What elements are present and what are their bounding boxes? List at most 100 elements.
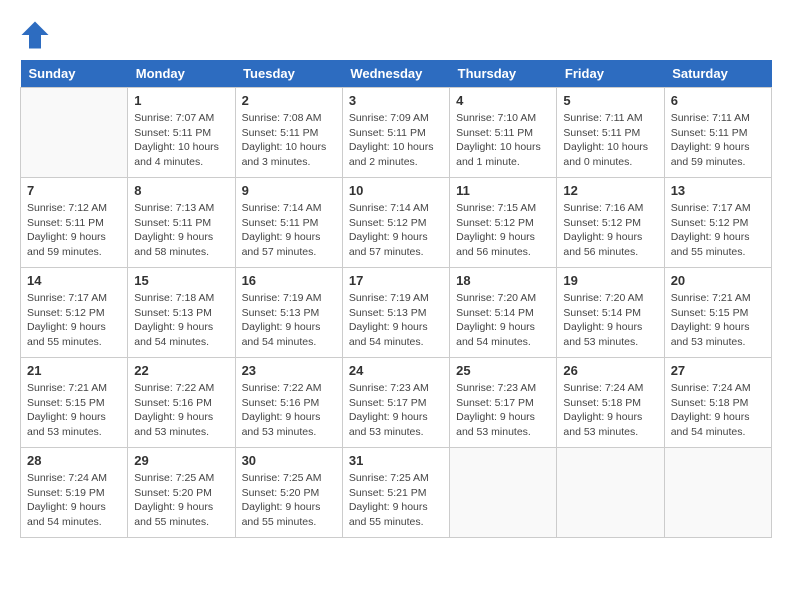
day-info: Sunrise: 7:25 AMSunset: 5:20 PMDaylight:… bbox=[242, 471, 336, 530]
calendar-cell: 24 Sunrise: 7:23 AMSunset: 5:17 PMDaylig… bbox=[342, 358, 449, 448]
day-number: 4 bbox=[456, 93, 550, 108]
day-number: 17 bbox=[349, 273, 443, 288]
day-info: Sunrise: 7:23 AMSunset: 5:17 PMDaylight:… bbox=[349, 381, 443, 440]
day-info: Sunrise: 7:20 AMSunset: 5:14 PMDaylight:… bbox=[563, 291, 657, 350]
day-number: 15 bbox=[134, 273, 228, 288]
calendar-cell: 4 Sunrise: 7:10 AMSunset: 5:11 PMDayligh… bbox=[450, 88, 557, 178]
day-number: 28 bbox=[27, 453, 121, 468]
calendar-cell bbox=[450, 448, 557, 538]
day-number: 16 bbox=[242, 273, 336, 288]
day-info: Sunrise: 7:20 AMSunset: 5:14 PMDaylight:… bbox=[456, 291, 550, 350]
day-number: 27 bbox=[671, 363, 765, 378]
calendar-week-3: 14 Sunrise: 7:17 AMSunset: 5:12 PMDaylig… bbox=[21, 268, 772, 358]
day-number: 7 bbox=[27, 183, 121, 198]
day-number: 14 bbox=[27, 273, 121, 288]
calendar-cell: 29 Sunrise: 7:25 AMSunset: 5:20 PMDaylig… bbox=[128, 448, 235, 538]
calendar-cell: 3 Sunrise: 7:09 AMSunset: 5:11 PMDayligh… bbox=[342, 88, 449, 178]
day-header-sunday: Sunday bbox=[21, 60, 128, 88]
day-info: Sunrise: 7:17 AMSunset: 5:12 PMDaylight:… bbox=[27, 291, 121, 350]
day-number: 24 bbox=[349, 363, 443, 378]
day-number: 10 bbox=[349, 183, 443, 198]
calendar-cell bbox=[557, 448, 664, 538]
day-number: 8 bbox=[134, 183, 228, 198]
calendar-cell: 31 Sunrise: 7:25 AMSunset: 5:21 PMDaylig… bbox=[342, 448, 449, 538]
day-info: Sunrise: 7:25 AMSunset: 5:21 PMDaylight:… bbox=[349, 471, 443, 530]
day-number: 5 bbox=[563, 93, 657, 108]
day-number: 25 bbox=[456, 363, 550, 378]
day-info: Sunrise: 7:15 AMSunset: 5:12 PMDaylight:… bbox=[456, 201, 550, 260]
calendar-cell: 18 Sunrise: 7:20 AMSunset: 5:14 PMDaylig… bbox=[450, 268, 557, 358]
calendar-cell: 22 Sunrise: 7:22 AMSunset: 5:16 PMDaylig… bbox=[128, 358, 235, 448]
day-number: 20 bbox=[671, 273, 765, 288]
day-info: Sunrise: 7:14 AMSunset: 5:12 PMDaylight:… bbox=[349, 201, 443, 260]
calendar-cell: 1 Sunrise: 7:07 AMSunset: 5:11 PMDayligh… bbox=[128, 88, 235, 178]
logo-icon bbox=[20, 20, 50, 50]
day-number: 12 bbox=[563, 183, 657, 198]
day-info: Sunrise: 7:19 AMSunset: 5:13 PMDaylight:… bbox=[349, 291, 443, 350]
day-info: Sunrise: 7:25 AMSunset: 5:20 PMDaylight:… bbox=[134, 471, 228, 530]
calendar-cell: 6 Sunrise: 7:11 AMSunset: 5:11 PMDayligh… bbox=[664, 88, 771, 178]
calendar-cell: 12 Sunrise: 7:16 AMSunset: 5:12 PMDaylig… bbox=[557, 178, 664, 268]
calendar-cell: 27 Sunrise: 7:24 AMSunset: 5:18 PMDaylig… bbox=[664, 358, 771, 448]
calendar-cell: 20 Sunrise: 7:21 AMSunset: 5:15 PMDaylig… bbox=[664, 268, 771, 358]
calendar-week-2: 7 Sunrise: 7:12 AMSunset: 5:11 PMDayligh… bbox=[21, 178, 772, 268]
calendar-week-1: 1 Sunrise: 7:07 AMSunset: 5:11 PMDayligh… bbox=[21, 88, 772, 178]
calendar-body: 1 Sunrise: 7:07 AMSunset: 5:11 PMDayligh… bbox=[21, 88, 772, 538]
calendar-cell: 30 Sunrise: 7:25 AMSunset: 5:20 PMDaylig… bbox=[235, 448, 342, 538]
calendar-cell: 7 Sunrise: 7:12 AMSunset: 5:11 PMDayligh… bbox=[21, 178, 128, 268]
day-info: Sunrise: 7:24 AMSunset: 5:18 PMDaylight:… bbox=[671, 381, 765, 440]
day-header-thursday: Thursday bbox=[450, 60, 557, 88]
day-info: Sunrise: 7:07 AMSunset: 5:11 PMDaylight:… bbox=[134, 111, 228, 170]
day-number: 9 bbox=[242, 183, 336, 198]
calendar-cell: 21 Sunrise: 7:21 AMSunset: 5:15 PMDaylig… bbox=[21, 358, 128, 448]
calendar-cell: 9 Sunrise: 7:14 AMSunset: 5:11 PMDayligh… bbox=[235, 178, 342, 268]
calendar-cell: 10 Sunrise: 7:14 AMSunset: 5:12 PMDaylig… bbox=[342, 178, 449, 268]
calendar-week-5: 28 Sunrise: 7:24 AMSunset: 5:19 PMDaylig… bbox=[21, 448, 772, 538]
day-number: 11 bbox=[456, 183, 550, 198]
calendar-cell bbox=[21, 88, 128, 178]
day-header-wednesday: Wednesday bbox=[342, 60, 449, 88]
logo bbox=[20, 20, 54, 50]
day-number: 3 bbox=[349, 93, 443, 108]
day-info: Sunrise: 7:09 AMSunset: 5:11 PMDaylight:… bbox=[349, 111, 443, 170]
day-info: Sunrise: 7:11 AMSunset: 5:11 PMDaylight:… bbox=[563, 111, 657, 170]
day-info: Sunrise: 7:21 AMSunset: 5:15 PMDaylight:… bbox=[671, 291, 765, 350]
day-info: Sunrise: 7:14 AMSunset: 5:11 PMDaylight:… bbox=[242, 201, 336, 260]
calendar-cell: 25 Sunrise: 7:23 AMSunset: 5:17 PMDaylig… bbox=[450, 358, 557, 448]
day-number: 2 bbox=[242, 93, 336, 108]
day-info: Sunrise: 7:24 AMSunset: 5:18 PMDaylight:… bbox=[563, 381, 657, 440]
day-number: 13 bbox=[671, 183, 765, 198]
day-info: Sunrise: 7:21 AMSunset: 5:15 PMDaylight:… bbox=[27, 381, 121, 440]
day-number: 21 bbox=[27, 363, 121, 378]
calendar-cell: 13 Sunrise: 7:17 AMSunset: 5:12 PMDaylig… bbox=[664, 178, 771, 268]
calendar-cell: 2 Sunrise: 7:08 AMSunset: 5:11 PMDayligh… bbox=[235, 88, 342, 178]
calendar-table: SundayMondayTuesdayWednesdayThursdayFrid… bbox=[20, 60, 772, 538]
calendar-cell: 28 Sunrise: 7:24 AMSunset: 5:19 PMDaylig… bbox=[21, 448, 128, 538]
day-info: Sunrise: 7:18 AMSunset: 5:13 PMDaylight:… bbox=[134, 291, 228, 350]
calendar-cell: 8 Sunrise: 7:13 AMSunset: 5:11 PMDayligh… bbox=[128, 178, 235, 268]
day-header-tuesday: Tuesday bbox=[235, 60, 342, 88]
calendar-cell: 5 Sunrise: 7:11 AMSunset: 5:11 PMDayligh… bbox=[557, 88, 664, 178]
day-info: Sunrise: 7:16 AMSunset: 5:12 PMDaylight:… bbox=[563, 201, 657, 260]
day-number: 6 bbox=[671, 93, 765, 108]
day-number: 22 bbox=[134, 363, 228, 378]
calendar-cell: 26 Sunrise: 7:24 AMSunset: 5:18 PMDaylig… bbox=[557, 358, 664, 448]
day-header-saturday: Saturday bbox=[664, 60, 771, 88]
day-number: 29 bbox=[134, 453, 228, 468]
day-info: Sunrise: 7:11 AMSunset: 5:11 PMDaylight:… bbox=[671, 111, 765, 170]
day-info: Sunrise: 7:12 AMSunset: 5:11 PMDaylight:… bbox=[27, 201, 121, 260]
page-header bbox=[20, 20, 772, 50]
day-number: 30 bbox=[242, 453, 336, 468]
calendar-cell: 11 Sunrise: 7:15 AMSunset: 5:12 PMDaylig… bbox=[450, 178, 557, 268]
calendar-cell: 16 Sunrise: 7:19 AMSunset: 5:13 PMDaylig… bbox=[235, 268, 342, 358]
calendar-cell: 14 Sunrise: 7:17 AMSunset: 5:12 PMDaylig… bbox=[21, 268, 128, 358]
day-info: Sunrise: 7:08 AMSunset: 5:11 PMDaylight:… bbox=[242, 111, 336, 170]
day-info: Sunrise: 7:22 AMSunset: 5:16 PMDaylight:… bbox=[134, 381, 228, 440]
calendar-header-row: SundayMondayTuesdayWednesdayThursdayFrid… bbox=[21, 60, 772, 88]
calendar-cell: 15 Sunrise: 7:18 AMSunset: 5:13 PMDaylig… bbox=[128, 268, 235, 358]
calendar-week-4: 21 Sunrise: 7:21 AMSunset: 5:15 PMDaylig… bbox=[21, 358, 772, 448]
day-info: Sunrise: 7:13 AMSunset: 5:11 PMDaylight:… bbox=[134, 201, 228, 260]
day-info: Sunrise: 7:10 AMSunset: 5:11 PMDaylight:… bbox=[456, 111, 550, 170]
day-info: Sunrise: 7:17 AMSunset: 5:12 PMDaylight:… bbox=[671, 201, 765, 260]
day-info: Sunrise: 7:22 AMSunset: 5:16 PMDaylight:… bbox=[242, 381, 336, 440]
